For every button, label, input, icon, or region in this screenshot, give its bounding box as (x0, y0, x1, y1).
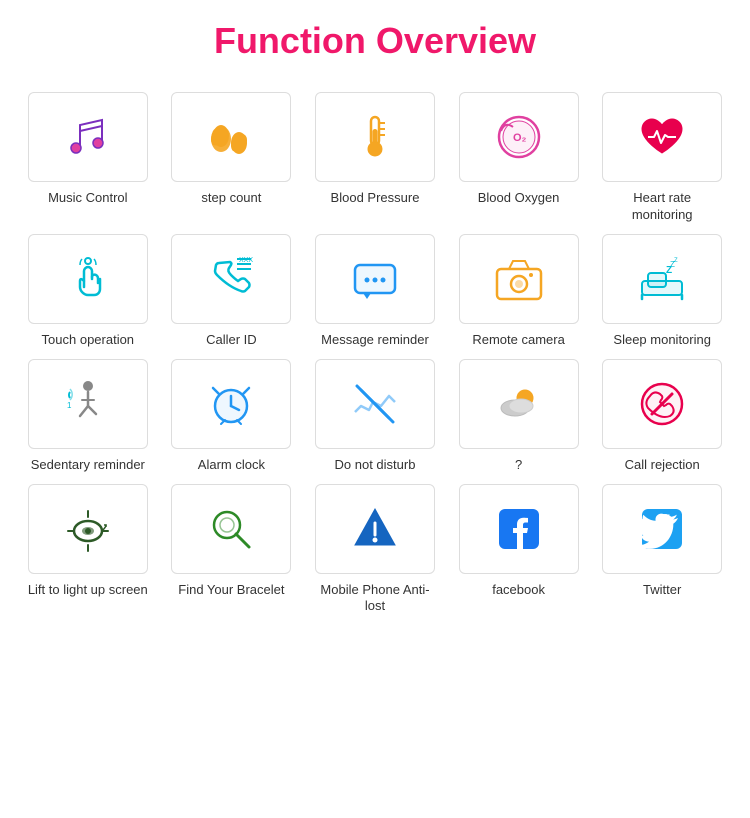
function-item-anti-lost: Mobile Phone Anti-lost (307, 484, 443, 616)
icon-box-blood-oxygen: O₂ (459, 92, 579, 182)
icon-box-sedentary-reminder: 1 (28, 359, 148, 449)
svg-text:O₂: O₂ (513, 132, 527, 144)
icon-box-remote-camera (459, 234, 579, 324)
label-blood-oxygen: Blood Oxygen (478, 190, 560, 207)
function-item-sleep-monitoring: Z Z Z Sleep monitoring (594, 234, 730, 349)
label-music-control: Music Control (48, 190, 127, 207)
icon-box-call-rejection (602, 359, 722, 449)
page-title: Function Overview (10, 20, 740, 62)
label-remote-camera: Remote camera (472, 332, 564, 349)
function-item-heart-rate: Heart rate monitoring (594, 92, 730, 224)
function-item-blood-pressure: Blood Pressure (307, 92, 443, 224)
function-item-remote-camera: Remote camera (451, 234, 587, 349)
label-sedentary-reminder: Sedentary reminder (31, 457, 145, 474)
icon-box-anti-lost (315, 484, 435, 574)
function-item-touch-operation: Touch operation (20, 234, 156, 349)
label-weather: ? (515, 457, 522, 474)
function-item-do-not-disturb: Do not disturb (307, 359, 443, 474)
label-call-rejection: Call rejection (625, 457, 700, 474)
function-item-sedentary-reminder: 1 Sedentary reminder (20, 359, 156, 474)
label-heart-rate: Heart rate monitoring (602, 190, 722, 224)
icon-box-find-bracelet (171, 484, 291, 574)
function-item-find-bracelet: Find Your Bracelet (164, 484, 300, 616)
label-do-not-disturb: Do not disturb (335, 457, 416, 474)
icon-box-alarm-clock (171, 359, 291, 449)
icon-box-touch-operation (28, 234, 148, 324)
label-sleep-monitoring: Sleep monitoring (613, 332, 711, 349)
label-blood-pressure: Blood Pressure (331, 190, 420, 207)
svg-text:1: 1 (67, 401, 72, 410)
label-message-reminder: Message reminder (321, 332, 429, 349)
label-find-bracelet: Find Your Bracelet (178, 582, 284, 599)
icon-box-music-control (28, 92, 148, 182)
function-item-blood-oxygen: O₂ Blood Oxygen (451, 92, 587, 224)
icon-box-message-reminder (315, 234, 435, 324)
icon-box-facebook (459, 484, 579, 574)
label-alarm-clock: Alarm clock (198, 457, 265, 474)
function-item-lift-screen: Lift to light up screen (20, 484, 156, 616)
label-twitter: Twitter (643, 582, 681, 599)
icon-box-sleep-monitoring: Z Z Z (602, 234, 722, 324)
icon-box-twitter (602, 484, 722, 574)
icon-box-weather (459, 359, 579, 449)
function-item-music-control: Music Control (20, 92, 156, 224)
svg-text:XXX: XXX (239, 257, 253, 264)
function-item-call-rejection: Call rejection (594, 359, 730, 474)
label-lift-screen: Lift to light up screen (28, 582, 148, 599)
label-touch-operation: Touch operation (42, 332, 135, 349)
function-item-alarm-clock: Alarm clock (164, 359, 300, 474)
function-item-facebook: facebook (451, 484, 587, 616)
svg-text:Z: Z (674, 258, 678, 264)
function-item-step-count: step count (164, 92, 300, 224)
label-caller-id: Caller ID (206, 332, 257, 349)
function-item-message-reminder: Message reminder (307, 234, 443, 349)
label-anti-lost: Mobile Phone Anti-lost (315, 582, 435, 616)
function-item-weather: ? (451, 359, 587, 474)
function-item-caller-id: XXX Caller ID (164, 234, 300, 349)
label-facebook: facebook (492, 582, 545, 599)
icon-box-lift-screen (28, 484, 148, 574)
label-step-count: step count (201, 190, 261, 207)
icon-box-step-count (171, 92, 291, 182)
icon-box-heart-rate (602, 92, 722, 182)
function-grid: Music Control step count Blood Pressure … (10, 92, 740, 615)
function-item-twitter: Twitter (594, 484, 730, 616)
icon-box-do-not-disturb (315, 359, 435, 449)
icon-box-caller-id: XXX (171, 234, 291, 324)
icon-box-blood-pressure (315, 92, 435, 182)
